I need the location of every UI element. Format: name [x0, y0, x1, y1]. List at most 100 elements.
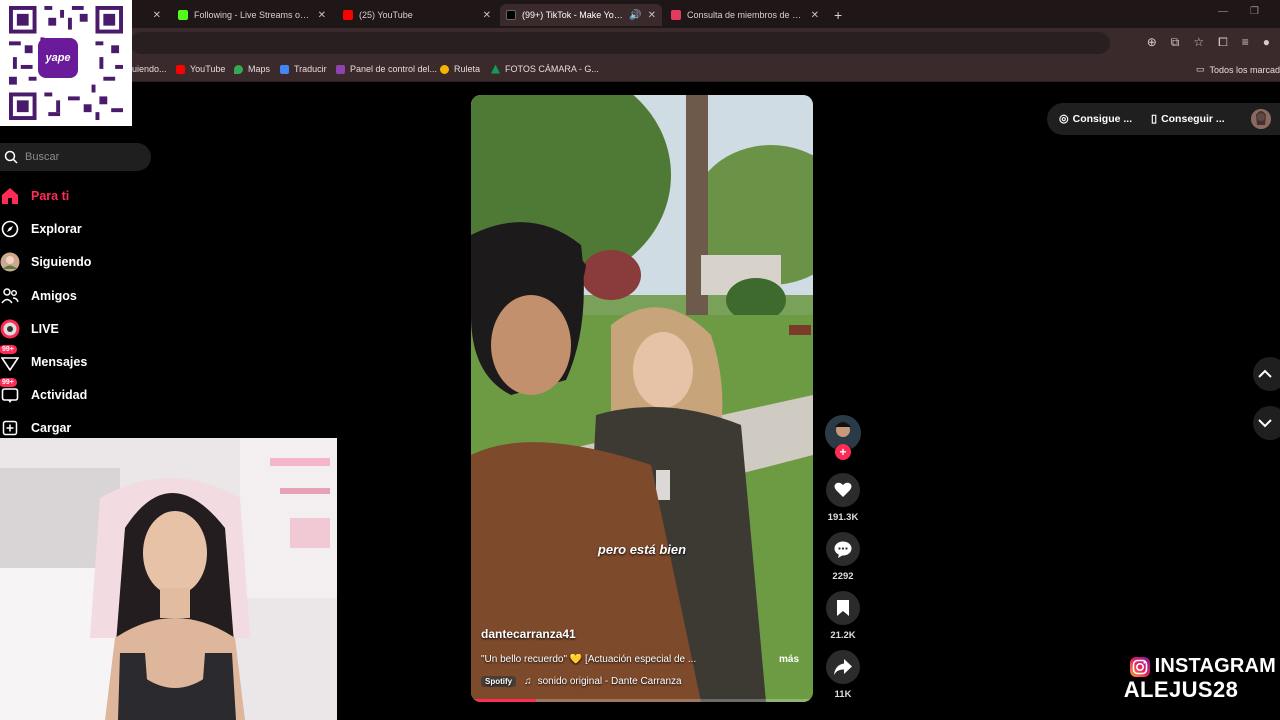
messages-icon: 99+ [0, 345, 20, 372]
star-icon[interactable]: ☆ [1193, 35, 1204, 50]
music-label: sonido original - Dante Carranza [537, 676, 682, 687]
new-tab-button[interactable]: + [828, 4, 850, 26]
sidebar-item-actividad[interactable]: 99+ Actividad [0, 378, 160, 408]
share-count: 11K [834, 689, 852, 700]
live-icon [0, 319, 20, 339]
minimize-icon[interactable]: — [1218, 6, 1228, 17]
sidebar-item-amigos[interactable]: Amigos [0, 283, 160, 309]
search-icon [4, 150, 18, 164]
youtube-icon [176, 64, 185, 74]
bookmark-icon[interactable] [826, 591, 860, 625]
cast-icon[interactable]: ⧉ [1171, 35, 1180, 50]
next-video-button[interactable] [1253, 406, 1280, 440]
video-author[interactable]: dantecarranza41 [481, 627, 576, 641]
tab-close-icon[interactable]: ✕ [318, 10, 326, 21]
yape-logo: yape [38, 38, 78, 78]
profile-avatar[interactable] [1251, 109, 1271, 129]
bookmark-label: Traducir [294, 64, 327, 74]
comment-action[interactable]: 2292 [824, 532, 862, 582]
browser-tab-bar: ✕ Following - Live Streams on Ki ✕ (25) … [0, 0, 1280, 28]
sidebar-item-explorar[interactable]: Explorar [0, 216, 160, 242]
bookmark-label: FOTOS CÁMARA - G... [505, 64, 599, 74]
share-icon[interactable] [826, 650, 860, 684]
bookmark-item[interactable]: FOTOS CÁMARA - G... [491, 64, 599, 74]
search-input[interactable] [25, 148, 145, 166]
share-action[interactable]: 11K [824, 650, 862, 700]
get-coins-label: Consigue ... [1072, 112, 1133, 125]
tab-title: (99+) TikTok - Make Your Da [522, 10, 626, 20]
bookmark-item[interactable]: Panel de control del... [336, 64, 437, 74]
browser-tab-1[interactable]: ✕ [132, 4, 167, 26]
chevron-up-icon [1258, 369, 1272, 378]
extensions-icon[interactable]: ⧠ [1218, 35, 1228, 50]
sidebar-item-siguiendo[interactable]: Siguiendo [0, 249, 160, 275]
panel-icon [336, 64, 345, 74]
toolbar-icons: ⊕ ⧉ ☆ ⧠ ≡ ● [1147, 35, 1270, 50]
browser-tab-youtube[interactable]: (25) YouTube ✕ [337, 4, 497, 26]
sidebar-item-label: Amigos [31, 289, 77, 303]
kick-favicon-icon [178, 10, 188, 20]
comment-icon[interactable] [826, 532, 860, 566]
heart-icon[interactable] [826, 473, 860, 507]
get-app-button[interactable]: ▯ Conseguir ... [1151, 112, 1225, 126]
save-count: 21.2K [830, 630, 856, 641]
speaker-icon[interactable]: 🔊 [629, 10, 641, 21]
save-action[interactable]: 21.2K [824, 591, 862, 641]
instagram-line: INSTAGRAM [1086, 655, 1276, 678]
video-progress-bar[interactable] [471, 699, 813, 702]
bookmark-item[interactable]: Traducir [280, 64, 327, 74]
folder-icon: ▭ [1196, 64, 1205, 74]
browser-tab-tiktok[interactable]: (99+) TikTok - Make Your Da 🔊 ✕ [500, 4, 662, 26]
bookmark-item[interactable]: Maps [234, 64, 270, 74]
bookmarks-bar: uiendo... YouTube Maps Traducir Panel de… [0, 58, 1280, 82]
profile-icon[interactable]: ● [1263, 35, 1270, 50]
search-box[interactable] [0, 143, 151, 171]
tab-title: Consulta de miembros de mesa [687, 10, 805, 20]
sidebar-item-live[interactable]: LIVE [0, 316, 160, 342]
tiktok-favicon-icon [506, 10, 516, 20]
instagram-overlay: INSTAGRAM ALEJUS28 [1086, 655, 1276, 703]
video-music[interactable]: Spotify ♫ sonido original - Dante Carran… [481, 676, 682, 687]
onpe-favicon-icon [671, 10, 681, 20]
compass-icon [0, 219, 20, 239]
bookmark-item[interactable]: YouTube [176, 64, 225, 74]
bookmark-label: Maps [248, 64, 271, 74]
plus-icon: + [834, 7, 843, 23]
tab-close-icon[interactable]: ✕ [483, 10, 491, 21]
all-bookmarks-label: Todos los marcado [1209, 64, 1280, 75]
video-player[interactable]: pero está bien dantecarranza41 "Un bello… [471, 95, 813, 702]
activity-icon: 99+ [0, 378, 20, 405]
bookmark-item[interactable]: Ruleta [440, 64, 480, 74]
sidebar-item-para-ti[interactable]: Para ti [0, 183, 160, 209]
media-icon[interactable]: ≡ [1242, 35, 1249, 50]
sidebar-item-label: Actividad [31, 388, 88, 402]
restore-icon[interactable]: ❐ [1250, 6, 1259, 17]
sidebar-item-label: LIVE [31, 322, 59, 336]
sidebar-item-label: Siguiendo [31, 255, 92, 269]
bookmark-item[interactable]: uiendo... [132, 64, 167, 74]
tab-close-icon[interactable]: ✕ [648, 10, 656, 21]
browser-tab-consulta[interactable]: Consulta de miembros de mesa ✕ [665, 4, 825, 26]
previous-video-button[interactable] [1253, 357, 1280, 391]
translate-icon [280, 64, 289, 74]
address-bar[interactable] [130, 32, 1110, 54]
yape-qr-code: yape [0, 0, 132, 126]
spotify-tag[interactable]: Spotify [481, 676, 517, 687]
zoom-icon[interactable]: ⊕ [1147, 35, 1157, 50]
screen: ✕ Following - Live Streams on Ki ✕ (25) … [0, 0, 1280, 720]
instagram-icon [1129, 656, 1150, 677]
sidebar-item-mensajes[interactable]: 99+ Mensajes [0, 345, 160, 375]
follow-plus-button[interactable]: + [835, 444, 851, 460]
sidebar-item-label: Para ti [31, 189, 70, 203]
instagram-label: INSTAGRAM [1154, 655, 1276, 677]
like-action[interactable]: 191.3K [824, 473, 862, 523]
tab-close-icon[interactable]: ✕ [811, 10, 819, 21]
following-avatar-icon [0, 252, 20, 272]
coin-icon: ◎ [1059, 113, 1069, 125]
more-button[interactable]: más [779, 654, 799, 665]
tab-close-icon[interactable]: ✕ [153, 10, 161, 21]
get-coins-button[interactable]: ◎ Consigue ... [1059, 112, 1133, 126]
browser-tab-kick[interactable]: Following - Live Streams on Ki ✕ [172, 4, 332, 26]
all-bookmarks-button[interactable]: ▭ Todos los marcado [1196, 64, 1280, 75]
top-right-actions: ◎ Consigue ... ▯ Conseguir ... [1047, 103, 1280, 135]
